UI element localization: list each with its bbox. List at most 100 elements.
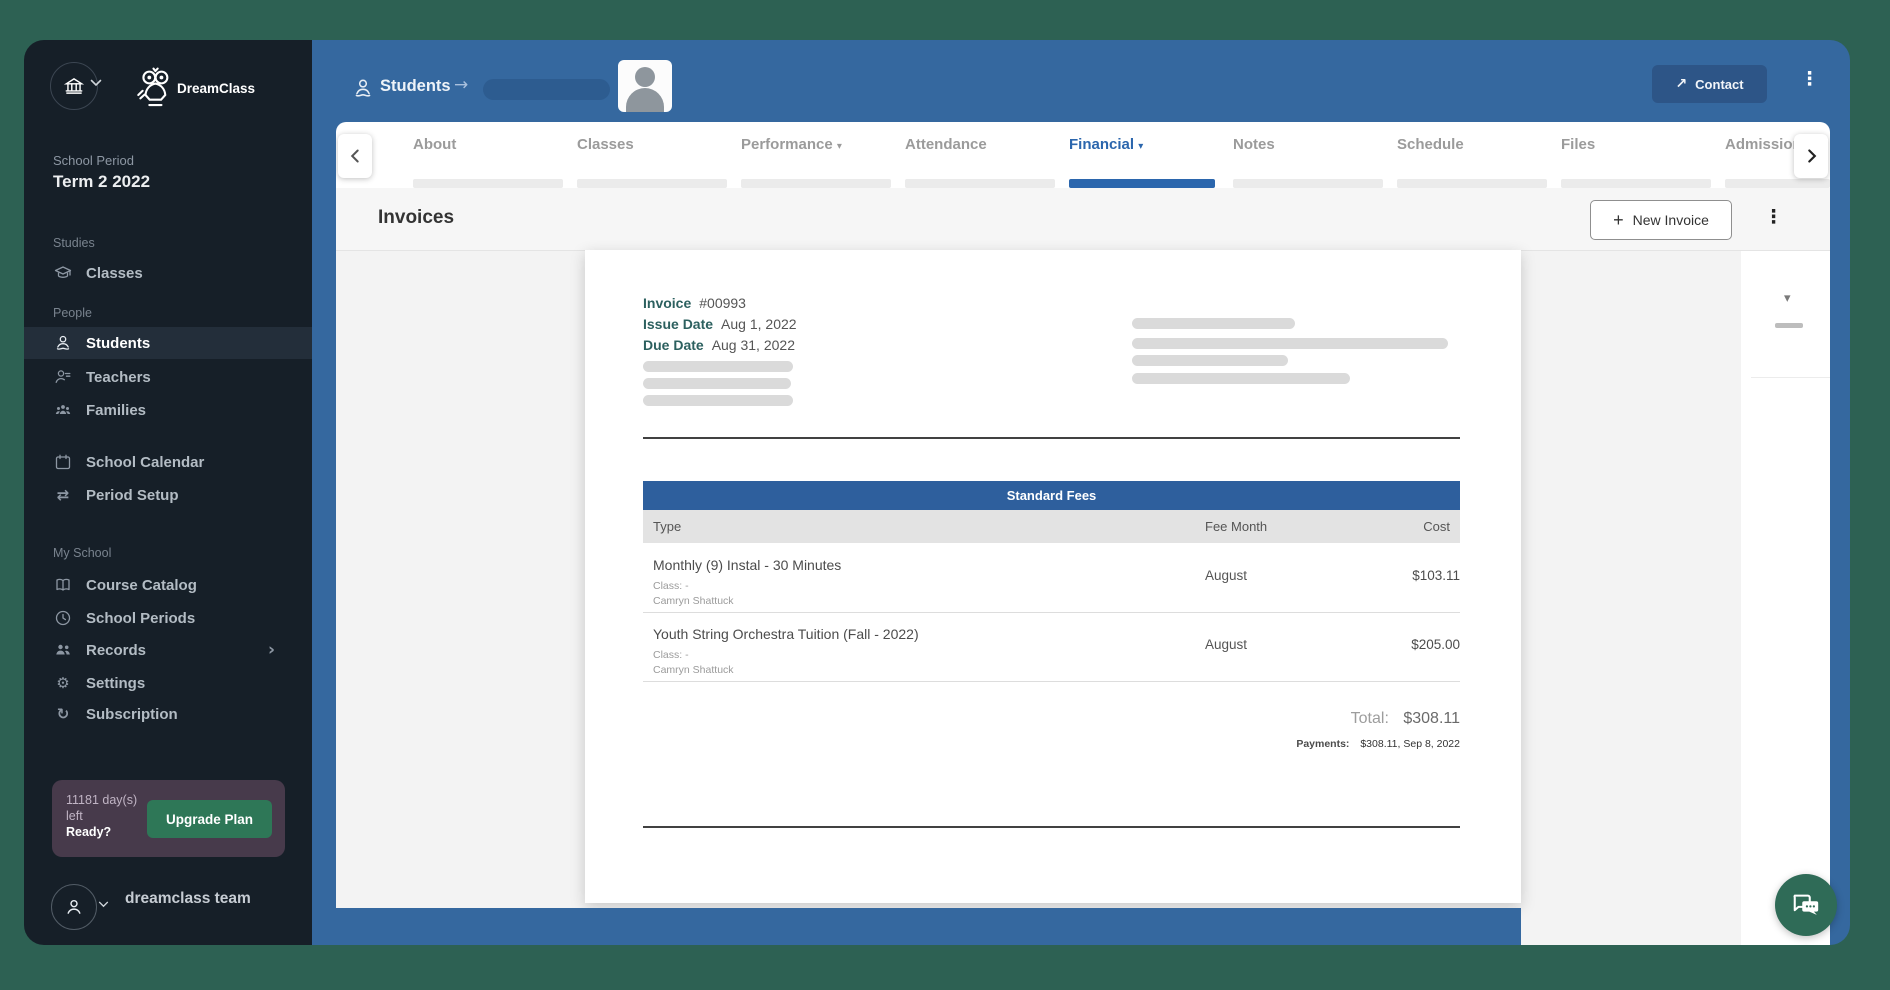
tab-underline-skeleton	[905, 179, 1055, 188]
col-fee-month: Fee Month	[1205, 519, 1267, 534]
school-bank-icon	[63, 75, 85, 97]
sidebar-item-classes[interactable]: Classes	[24, 257, 312, 289]
account-chevron-down-icon	[98, 901, 109, 908]
invoice-selector-panel: ▾	[1741, 251, 1830, 945]
teacher-person-icon	[54, 368, 72, 386]
tab-underline-skeleton	[1397, 179, 1547, 188]
sidebar-item-records[interactable]: Records ›	[24, 634, 312, 666]
issue-date-value: Aug 1, 2022	[721, 316, 797, 332]
invoice-select-caret-icon[interactable]: ▾	[1784, 291, 1791, 306]
payments-value: $308.11, Sep 8, 2022	[1360, 738, 1460, 750]
row-divider	[643, 612, 1460, 613]
sidebar-item-label: Teachers	[86, 369, 151, 386]
fee-month: August	[1205, 568, 1247, 583]
fee-cost: $205.00	[1411, 637, 1460, 652]
due-date-line: Due DateAug 31, 2022	[643, 337, 795, 353]
tab-underline-skeleton	[1561, 179, 1711, 188]
sidebar-item-label: Subscription	[86, 706, 178, 723]
total-line: Total: $308.11	[1351, 710, 1460, 728]
tab-files[interactable]: Files	[1561, 136, 1595, 153]
clock-icon	[54, 609, 72, 627]
fee-class: Class: -	[653, 580, 689, 592]
tab-notes[interactable]: Notes	[1233, 136, 1275, 153]
tab-about[interactable]: About	[413, 136, 456, 153]
tab-financial[interactable]: Financial ▾	[1069, 136, 1143, 153]
redacted-text-skeleton	[643, 395, 793, 406]
account-person-icon	[64, 897, 84, 917]
sidebar-item-families[interactable]: Families	[24, 394, 312, 426]
fee-cost: $103.11	[1412, 568, 1460, 583]
tab-underline-skeleton	[577, 179, 727, 188]
calendar-icon	[54, 453, 72, 471]
sidebar-item-course-catalog[interactable]: Course Catalog	[24, 569, 312, 601]
sidebar-item-label: Families	[86, 402, 146, 419]
fee-month: August	[1205, 637, 1247, 652]
sidebar-item-settings[interactable]: ⚙ Settings	[24, 667, 312, 699]
tab-underline-skeleton	[1725, 179, 1830, 188]
sidebar-item-subscription[interactable]: ↻ Subscription	[24, 698, 312, 730]
sidebar-item-label: Period Setup	[86, 487, 179, 504]
redacted-text-skeleton	[1132, 373, 1350, 384]
open-book-icon	[54, 576, 72, 594]
swap-arrows-icon: ⇄	[54, 486, 72, 504]
tab-attendance[interactable]: Attendance	[905, 136, 987, 153]
trial-ready-text: Ready?	[66, 825, 111, 839]
chat-support-button[interactable]	[1775, 874, 1837, 936]
tab-classes[interactable]: Classes	[577, 136, 634, 153]
invoice-document: Invoice#00993 Issue DateAug 1, 2022 Due …	[585, 250, 1521, 903]
account-menu-button[interactable]	[51, 884, 97, 930]
caret-down-icon: ▾	[837, 141, 842, 152]
account-name: dreamclass team	[125, 890, 251, 908]
tab-schedule[interactable]: Schedule	[1397, 136, 1464, 153]
standard-fees-band: Standard Fees	[643, 481, 1460, 510]
student-person-icon	[54, 334, 72, 352]
sidebar-item-school-periods[interactable]: School Periods	[24, 602, 312, 634]
tab-admission[interactable]: Admission	[1725, 136, 1802, 153]
sidebar: DreamClass School Period Term 2 2022 Stu…	[24, 40, 312, 945]
tab-performance[interactable]: Performance ▾	[741, 136, 842, 153]
desktop-background: Students → ↗ Contact ⋮ About Classes Per…	[0, 0, 1890, 990]
app-window: Students → ↗ Contact ⋮ About Classes Per…	[24, 40, 1850, 945]
row-divider	[643, 681, 1460, 682]
contact-button-label: Contact	[1695, 77, 1743, 92]
invoice-divider-bottom	[643, 826, 1460, 828]
invoice-label: Invoice	[643, 295, 691, 311]
breadcrumb[interactable]: Students	[380, 77, 451, 96]
invoices-kebab-menu-icon[interactable]: ⋮	[1764, 206, 1783, 228]
due-date-value: Aug 31, 2022	[712, 337, 795, 353]
upgrade-plan-label: Upgrade Plan	[166, 812, 253, 827]
plus-icon: +	[1613, 210, 1624, 231]
fee-type: Monthly (9) Instal - 30 Minutes	[653, 557, 841, 573]
chevron-left-icon	[350, 148, 361, 164]
tabs-scroll-right-button[interactable]	[1794, 134, 1828, 178]
section-my-school: My School	[53, 546, 111, 560]
tab-underline-skeleton	[1233, 179, 1383, 188]
people-records-icon	[54, 641, 72, 659]
tabs-scroll-left-button[interactable]	[338, 134, 372, 178]
standard-fees-title: Standard Fees	[1007, 488, 1097, 503]
sidebar-item-students[interactable]: Students	[24, 327, 312, 359]
new-invoice-button[interactable]: + New Invoice	[1590, 200, 1732, 240]
sidebar-item-school-calendar[interactable]: School Calendar	[24, 446, 312, 478]
payments-label: Payments:	[1296, 738, 1349, 750]
graduation-cap-icon	[54, 264, 72, 282]
redacted-text-skeleton	[1132, 338, 1448, 349]
school-period-label: School Period	[53, 153, 134, 168]
contact-button[interactable]: ↗ Contact	[1652, 65, 1767, 103]
sidebar-item-period-setup[interactable]: ⇄ Period Setup	[24, 479, 312, 511]
redacted-text-skeleton	[643, 378, 791, 389]
total-label: Total:	[1351, 710, 1389, 727]
total-value: $308.11	[1403, 710, 1460, 727]
upgrade-plan-button[interactable]: Upgrade Plan	[147, 800, 272, 838]
chevron-right-icon	[1806, 148, 1817, 164]
fees-column-header: Type Fee Month Cost	[643, 510, 1460, 543]
header-kebab-menu-icon[interactable]: ⋮	[1800, 68, 1819, 90]
section-people: People	[53, 306, 92, 320]
student-avatar[interactable]	[618, 60, 672, 112]
sidebar-item-teachers[interactable]: Teachers	[24, 361, 312, 393]
avatar-silhouette-body	[626, 88, 664, 112]
sidebar-item-label: Course Catalog	[86, 577, 197, 594]
active-tab-underline	[1069, 179, 1215, 188]
trial-days-remaining: 11181 day(s)	[66, 793, 137, 807]
org-chevron-down-icon	[90, 79, 102, 87]
